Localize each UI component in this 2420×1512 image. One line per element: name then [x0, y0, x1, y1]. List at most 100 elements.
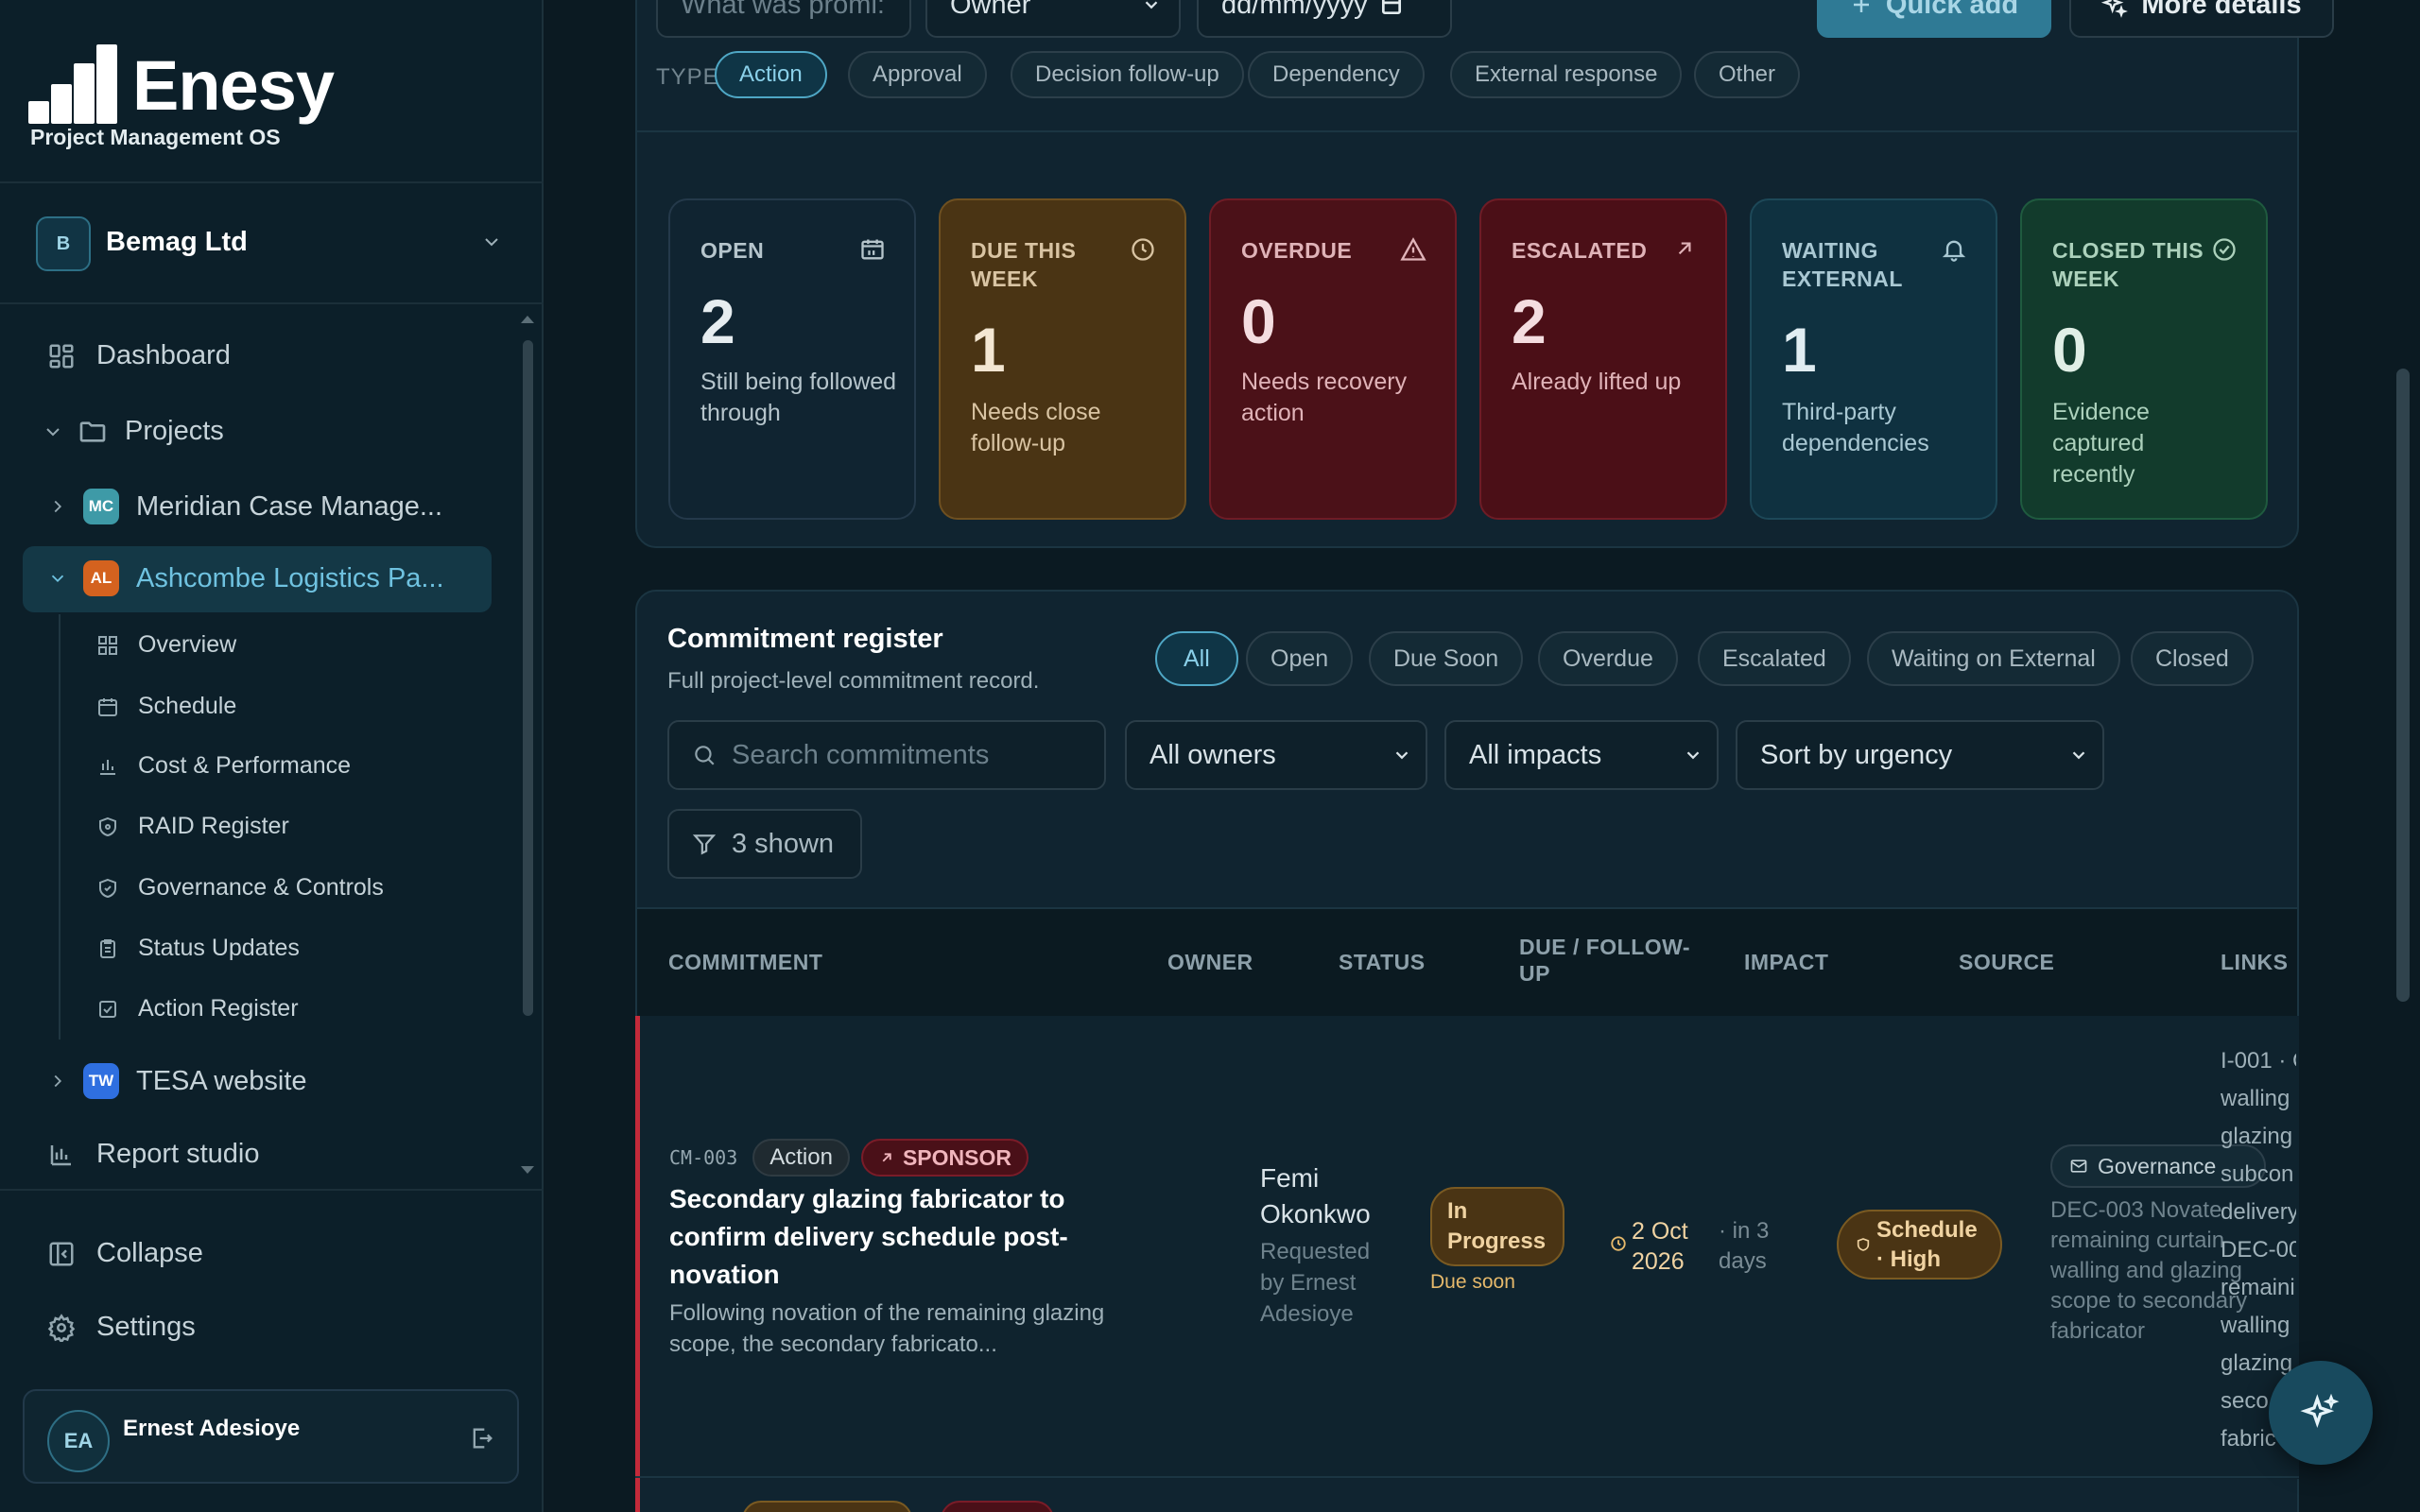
stat-card-open[interactable]: OPEN 2 Still being followed through — [668, 198, 916, 520]
logo-icon — [28, 44, 119, 124]
type-chip-action[interactable]: Action — [715, 51, 827, 98]
sidebar-scrollbar[interactable] — [523, 340, 533, 1016]
folder-icon — [78, 417, 108, 447]
main-scrollbar[interactable] — [2396, 369, 2410, 1002]
sidebar-item-label: Governance & Controls — [138, 874, 384, 901]
settings-button[interactable]: Settings — [47, 1312, 196, 1343]
type-chip-other[interactable]: Other — [1694, 51, 1801, 98]
sidebar-item-label: Cost & Performance — [138, 752, 352, 779]
promise-placeholder: What was promi: — [681, 0, 885, 20]
sidebar-item-overview[interactable]: Overview — [96, 631, 236, 659]
quick-add-button[interactable]: Quick add — [1817, 0, 2051, 38]
filter-icon — [692, 832, 717, 856]
sidebar-item-label: Action Register — [138, 995, 299, 1022]
search-placeholder: Search commitments — [732, 739, 990, 770]
commitment-id: CM-003 — [669, 1146, 738, 1169]
scroll-down-icon[interactable] — [518, 1162, 537, 1177]
status-tab-overdue[interactable]: Overdue — [1538, 631, 1678, 686]
commitment-tags: CM-003 Action SPONSOR — [669, 1139, 1028, 1177]
type-chip-external-response[interactable]: External response — [1450, 51, 1683, 98]
sidebar-item-governance[interactable]: Governance & Controls — [96, 874, 384, 902]
type-chip-dependency[interactable]: Dependency — [1248, 51, 1425, 98]
sidebar-item-project-tesa[interactable]: TW TESA website — [47, 1063, 307, 1099]
stat-card-waiting-external[interactable]: WAITING EXTERNAL 1 Third-party dependenc… — [1750, 198, 1997, 520]
org-name: Bemag Ltd — [106, 227, 248, 257]
column-header-source[interactable]: SOURCE — [1959, 949, 2054, 975]
type-chip-approval[interactable]: Approval — [848, 51, 987, 98]
owners-filter-select[interactable]: All owners — [1125, 720, 1427, 790]
status-tab-closed[interactable]: Closed — [2131, 631, 2254, 686]
sort-value: Sort by urgency — [1760, 739, 1953, 770]
escalation-label: SPONSOR — [902, 1144, 1011, 1170]
app-name: Enesy — [132, 46, 335, 125]
stat-desc: Evidence captured recently — [2052, 399, 2150, 488]
link-line: glazing — [2221, 1124, 2293, 1149]
status-tab-escalated[interactable]: Escalated — [1698, 631, 1851, 686]
column-header-commitment[interactable]: COMMITMENT — [668, 949, 822, 975]
checkbox-icon — [96, 998, 119, 1021]
sidebar-item-project-ashcombe[interactable]: AL Ashcombe Logistics Pa... — [47, 560, 444, 596]
sort-select[interactable]: Sort by urgency — [1736, 720, 2104, 790]
sidebar-item-project-meridian[interactable]: MC Meridian Case Manage... — [47, 489, 442, 524]
sidebar-item-schedule[interactable]: Schedule — [96, 693, 236, 720]
status-tab-due-soon[interactable]: Due Soon — [1369, 631, 1524, 686]
search-input[interactable]: Search commitments — [667, 720, 1106, 790]
owner-select[interactable]: Owner — [925, 0, 1181, 38]
user-card[interactable]: EA Ernest Adesioye — [23, 1389, 519, 1484]
sidebar-item-label: Meridian Case Manage... — [136, 490, 442, 522]
column-header-impact[interactable]: IMPACT — [1744, 949, 1828, 975]
sidebar-item-action-register[interactable]: Action Register — [96, 995, 299, 1022]
shown-count-button[interactable]: 3 shown — [667, 809, 862, 879]
stat-card-overdue[interactable]: OVERDUE 0 Needs recovery action — [1209, 198, 1457, 520]
status-tab-open[interactable]: Open — [1246, 631, 1354, 686]
promise-input[interactable]: What was promi: — [656, 0, 911, 38]
plus-icon — [1850, 0, 1873, 16]
table-row[interactable]: CM-003 Action SPONSOR Secondary glazing … — [635, 1016, 2299, 1512]
link-line: DEC-00 — [2221, 1237, 2296, 1263]
column-header-due[interactable]: DUE / FOLLOW-UP — [1519, 934, 1718, 987]
divider — [637, 130, 2297, 132]
stat-desc: Needs close follow-up — [971, 399, 1101, 456]
more-details-button[interactable]: More details — [2069, 0, 2334, 38]
status-tab-all[interactable]: All — [1155, 631, 1238, 686]
impacts-filter-value: All impacts — [1469, 739, 1602, 770]
owners-filter-value: All owners — [1150, 739, 1276, 770]
arrow-up-right-icon — [1672, 236, 1697, 261]
sidebar-item-raid-register[interactable]: RAID Register — [96, 813, 289, 840]
column-header-status[interactable]: STATUS — [1339, 949, 1426, 975]
sidebar-item-status-updates[interactable]: Status Updates — [96, 935, 300, 962]
collapse-label: Collapse — [96, 1238, 203, 1268]
impacts-filter-select[interactable]: All impacts — [1444, 720, 1719, 790]
type-chip-decision-follow-up[interactable]: Decision follow-up — [1011, 51, 1244, 98]
scroll-up-icon[interactable] — [518, 312, 537, 327]
grid-icon — [96, 634, 119, 657]
sidebar-item-dashboard[interactable]: Dashboard — [47, 340, 231, 371]
shield-icon — [96, 816, 119, 838]
stat-value: 2 — [1512, 286, 1547, 356]
sidebar-item-report-studio[interactable]: Report studio — [47, 1139, 260, 1170]
column-header-owner[interactable]: OWNER — [1167, 949, 1253, 975]
sidebar-item-projects[interactable]: Projects — [42, 416, 224, 447]
sidebar-item-cost-performance[interactable]: Cost & Performance — [96, 752, 351, 780]
arrow-up-right-icon — [878, 1149, 895, 1166]
assistant-button[interactable] — [2269, 1361, 2373, 1465]
collapse-button[interactable]: Collapse — [47, 1238, 203, 1269]
chevron-down-icon — [1392, 745, 1412, 765]
row-urgency-indicator — [635, 1016, 640, 1512]
commitment-title[interactable]: Secondary glazing fabricator to confirm … — [669, 1180, 1123, 1294]
clipboard-icon — [96, 937, 119, 960]
column-header-links[interactable]: LINKS — [2221, 949, 2289, 975]
main-content: What was promi: Owner dd/mm/yyyy Quick a… — [544, 0, 2420, 1512]
status-tab-waiting-external[interactable]: Waiting on External — [1867, 631, 2120, 686]
stat-card-closed-this-week[interactable]: CLOSED THIS WEEK 0 Evidence captured rec… — [2020, 198, 2268, 520]
stat-card-due-this-week[interactable]: DUE THIS WEEK 1 Needs close follow-up — [939, 198, 1186, 520]
logout-icon[interactable] — [469, 1425, 495, 1452]
sidebar-item-label: Report studio — [96, 1139, 260, 1169]
stat-label: WAITING EXTERNAL — [1782, 238, 1903, 291]
org-switcher[interactable]: B Bemag Ltd — [0, 181, 544, 304]
bell-icon — [1941, 236, 1967, 263]
stat-card-escalated[interactable]: ESCALATED 2 Already lifted up — [1479, 198, 1727, 520]
commitment-summary: Following novation of the remaining glaz… — [669, 1300, 1105, 1357]
user-name: Ernest Adesioye — [123, 1416, 301, 1441]
due-date-input[interactable]: dd/mm/yyyy — [1197, 0, 1452, 38]
